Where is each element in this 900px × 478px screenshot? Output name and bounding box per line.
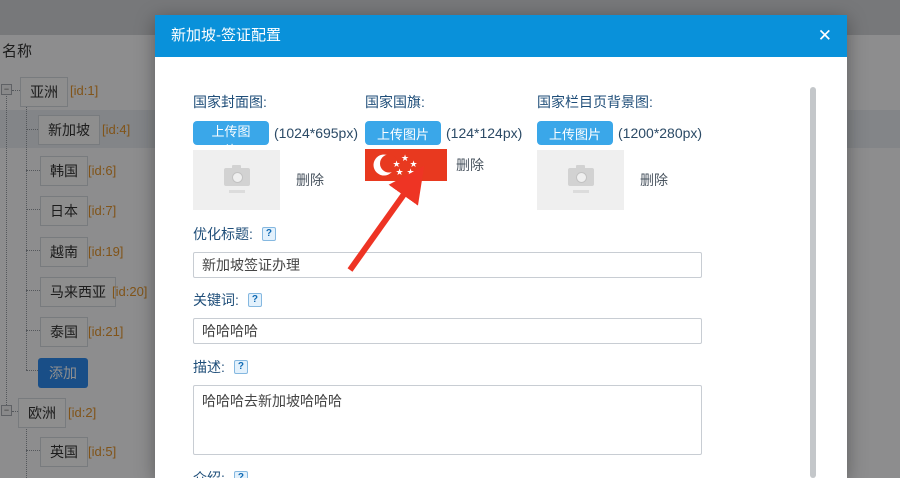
intro-label: 介绍: — [193, 470, 225, 478]
keywords-input[interactable] — [193, 318, 702, 344]
delete-cover-link[interactable]: 删除 — [296, 170, 324, 190]
modal-scrollbar-thumb[interactable] — [810, 87, 816, 478]
keywords-field-group: 关键词: ? — [193, 290, 702, 344]
keywords-label: 关键词: — [193, 292, 239, 308]
background-size-hint: (1200*280px) — [618, 125, 703, 141]
svg-text:★: ★ — [395, 167, 403, 177]
singapore-flag-image: ★ ★ ★ ★ ★ — [365, 149, 447, 181]
seo-title-input[interactable] — [193, 252, 702, 278]
modal-header: 新加坡-签证配置 ✕ — [155, 15, 847, 57]
upload-flag-button[interactable]: 上传图片 — [365, 121, 442, 145]
seo-title-label: 优化标题: — [193, 226, 253, 242]
camera-caption — [572, 189, 589, 193]
upload-cover-button[interactable]: 上传图片 — [193, 121, 269, 158]
delete-background-link[interactable]: 删除 — [640, 170, 668, 190]
intro-field-group: 介绍: ? — [193, 468, 248, 478]
description-textarea[interactable]: 哈哈哈去新加坡哈哈哈 — [193, 385, 702, 455]
visa-config-modal: 新加坡-签证配置 ✕ 国家封面图: 上传图片 (1024*695px) 删除 国… — [155, 15, 847, 478]
upload-flag-section: 国家国旗: 上传图片 (124*124px) ★ ★ ★ ★ ★ 删除 — [365, 92, 530, 181]
upload-flag-label: 国家国旗: — [365, 94, 425, 110]
upload-background-label: 国家栏目页背景图: — [537, 94, 653, 110]
delete-flag-link[interactable]: 删除 — [456, 155, 484, 175]
help-icon[interactable]: ? — [233, 471, 248, 478]
modal-title: 新加坡-签证配置 — [171, 27, 281, 44]
background-image-placeholder — [537, 150, 624, 210]
close-icon[interactable]: ✕ — [818, 15, 832, 57]
flag-size-hint: (124*124px) — [446, 125, 523, 141]
help-icon[interactable]: ? — [233, 360, 248, 374]
description-label: 描述: — [193, 359, 225, 375]
help-icon[interactable]: ? — [247, 293, 262, 307]
seo-title-field-group: 优化标题: ? — [193, 224, 702, 278]
upload-background-section: 国家栏目页背景图: 上传图片 (1200*280px) 删除 — [537, 92, 712, 210]
svg-text:★: ★ — [406, 167, 414, 177]
camera-icon — [567, 164, 594, 186]
svg-text:★: ★ — [401, 153, 409, 163]
description-field-group: 描述: ? 哈哈哈去新加坡哈哈哈 — [193, 357, 702, 460]
camera-icon — [223, 164, 250, 186]
upload-cover-section: 国家封面图: 上传图片 (1024*695px) 删除 — [193, 92, 358, 210]
help-icon[interactable]: ? — [261, 227, 276, 241]
upload-cover-label: 国家封面图: — [193, 94, 267, 110]
cover-size-hint: (1024*695px) — [273, 125, 358, 141]
cover-image-placeholder — [193, 150, 280, 210]
upload-background-button[interactable]: 上传图片 — [537, 121, 614, 145]
camera-caption — [228, 189, 245, 193]
page: 名称 − − 亚洲 [id:1] 新加坡 [id:4] 韩国 [id:6] 日本… — [0, 0, 900, 478]
